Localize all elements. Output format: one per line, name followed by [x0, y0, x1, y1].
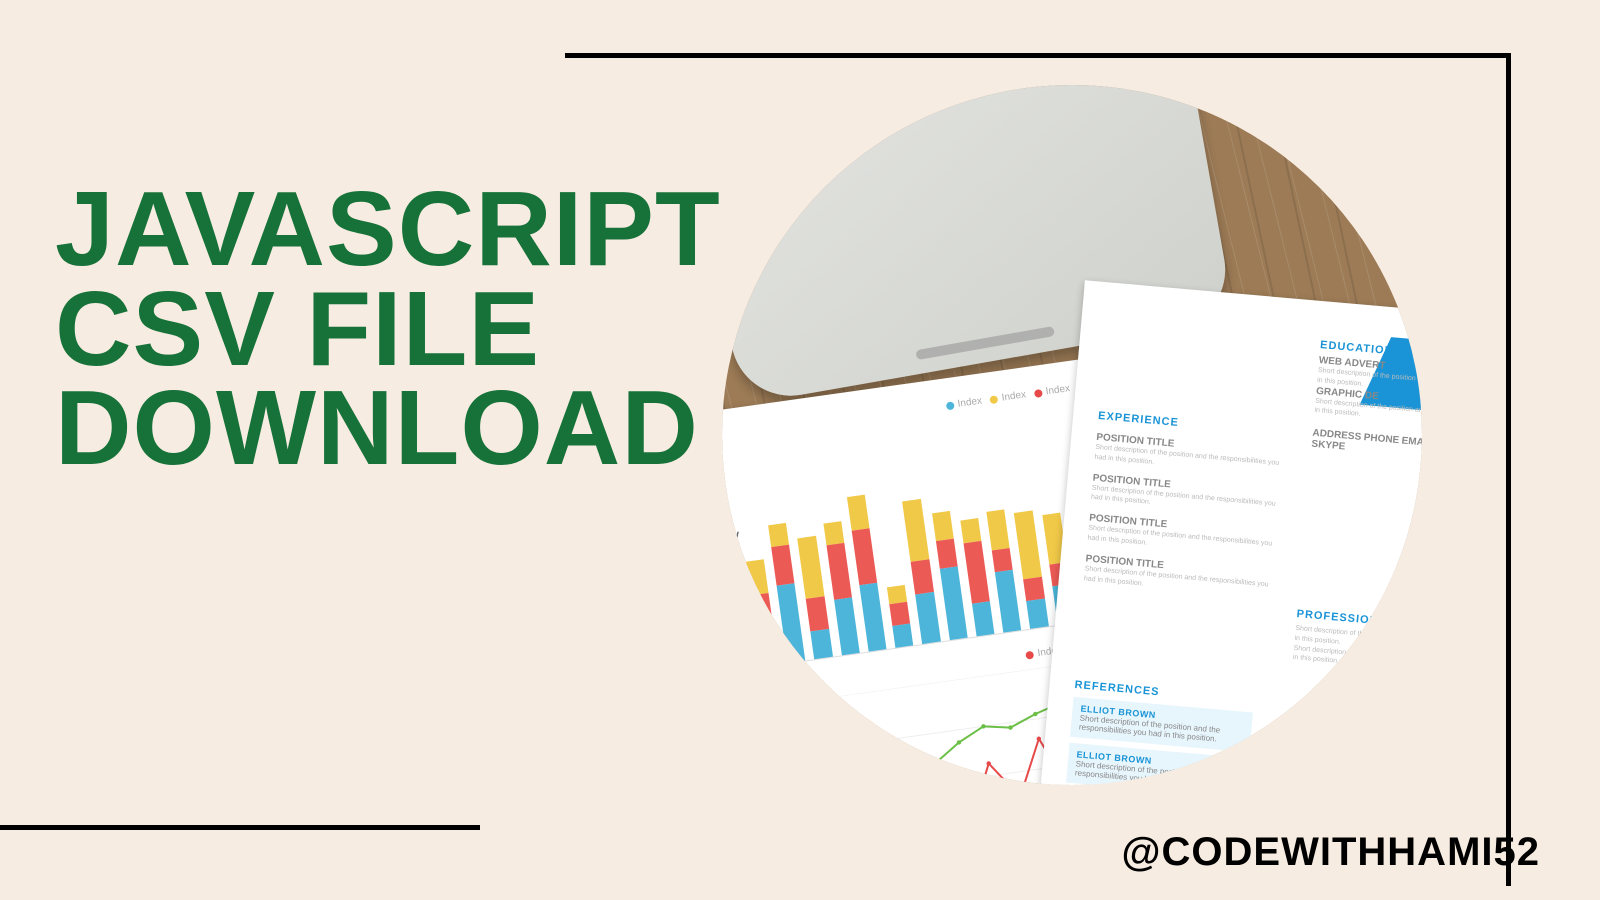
bar-segment [1027, 599, 1049, 629]
bar-segment [916, 592, 941, 644]
bar-segment [806, 596, 829, 632]
resume-paper: SAMANTHA BLACK EDUCATION WEB ADVERT Shor… [1031, 280, 1422, 785]
bar-chart-y-label: ompany [722, 529, 740, 547]
headline: JAVASCRIPT CSV FILE DOWNLOAD [55, 180, 721, 479]
author-handle: @CODEWITHHAMI52 [1122, 830, 1540, 875]
bar-segment [852, 528, 878, 586]
bar-segment [859, 583, 886, 652]
bar-segment [834, 598, 860, 656]
bar-segment [889, 601, 910, 626]
bar-segment [986, 509, 1009, 550]
bar-segment [1023, 577, 1044, 602]
legend-blue: Index [945, 395, 983, 411]
contact-skype: SKYPE [1311, 439, 1346, 453]
headline-line-1: JAVASCRIPT [55, 180, 721, 280]
decor-line-vertical [1506, 53, 1511, 886]
bar-segment [972, 601, 995, 637]
bar-segment [932, 511, 954, 541]
bar-segment [936, 539, 958, 569]
bar-segment [911, 559, 934, 595]
references-block: REFERENCES ELLIOT BROWN Short descriptio… [1062, 671, 1255, 785]
bar-segment [960, 518, 981, 543]
bar-segment [902, 498, 929, 561]
bar-segment [892, 623, 913, 648]
bar-segment [823, 521, 844, 546]
bar-segment [798, 536, 825, 599]
hero-photo: Index Index Index ompany tems Index Inde… [722, 85, 1422, 785]
contact-email: EMAIL [1401, 436, 1422, 450]
decor-line-bottom [0, 825, 480, 830]
bar-segment [768, 523, 789, 548]
bar-segment [1014, 511, 1041, 580]
bar-chart-legend: Index Index Index [945, 383, 1071, 411]
contact-phone: PHONE [1363, 432, 1399, 446]
bar-segment [992, 548, 1013, 573]
legend-yellow: Index [989, 389, 1027, 405]
bar-segment [746, 560, 769, 596]
professional-statement: PROFESSIONAL STATEMENT Short description… [1292, 600, 1422, 680]
bar-segment [777, 583, 806, 663]
stacked-bar-chart [733, 421, 1103, 668]
bar-segment [847, 495, 870, 531]
bar [887, 585, 914, 648]
bar-segment [939, 566, 967, 640]
headline-line-2: CSV FILE [55, 280, 721, 380]
bar-segment [771, 545, 794, 586]
resume-right-column: EDUCATION WEB ADVERT Short description o… [1311, 331, 1422, 467]
decor-line-top [565, 53, 1510, 58]
reference-1: ELLIOT BROWN Short description of the po… [1070, 697, 1253, 753]
bar-segment [755, 620, 779, 667]
edu-item-2-desc: Short description of the position and th… [1314, 396, 1422, 433]
headline-line-3: DOWNLOAD [55, 379, 721, 479]
thumbnail-canvas: JAVASCRIPT CSV FILE DOWNLOAD @CODEWITHHA… [0, 0, 1600, 900]
bar [746, 560, 779, 667]
line-chart-y-label: tems [722, 709, 749, 724]
bar-segment [811, 629, 833, 659]
bar-segment [995, 570, 1022, 633]
bar-segment [751, 593, 773, 623]
legend-red: Index [1033, 383, 1071, 399]
resume-left-column: EXPERIENCE POSITION TITLE Short descript… [1083, 402, 1288, 600]
bar-segment [826, 543, 852, 601]
bar-segment [963, 540, 990, 603]
